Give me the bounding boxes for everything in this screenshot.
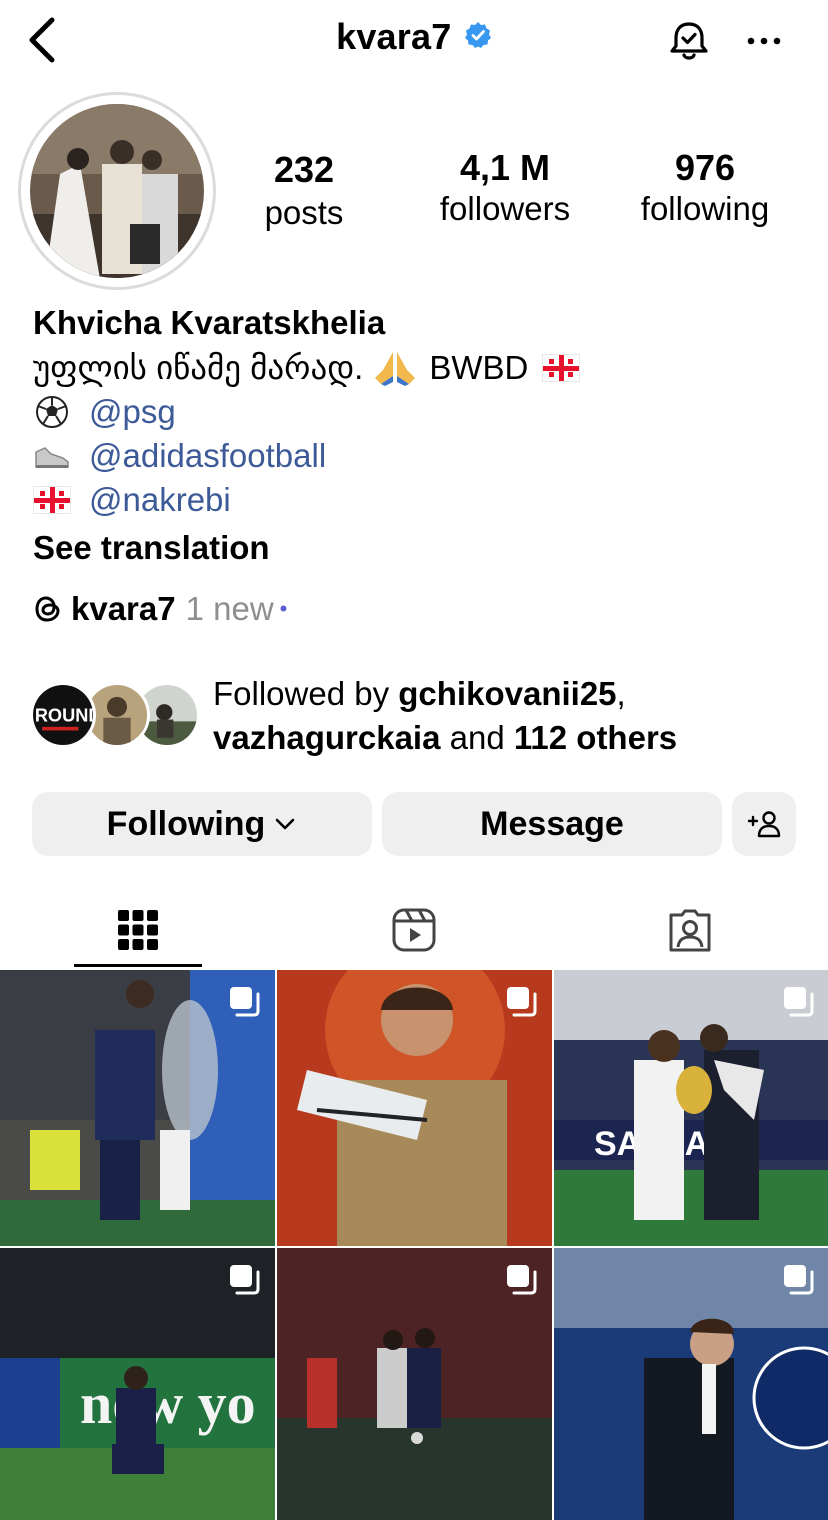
full-name: Khvicha Kvaratskhelia xyxy=(33,304,386,341)
posts-count: 232 posts xyxy=(234,146,374,232)
carousel-icon xyxy=(230,987,260,1017)
see-translation-link[interactable]: See translation xyxy=(33,526,813,570)
followed-by-text: Followed by gchikovanii25, vazhagurckaia… xyxy=(213,672,677,760)
tab-reels[interactable] xyxy=(350,896,478,964)
following-button-label: Following xyxy=(106,804,266,843)
threads-new-dot: • xyxy=(279,596,288,621)
threads-icon xyxy=(35,596,60,622)
bio-section: Khvicha Kvaratskhelia უფლის იწამე მარად.… xyxy=(33,300,813,570)
carousel-icon xyxy=(784,987,814,1017)
tab-posts-grid[interactable] xyxy=(74,896,202,964)
following-count-value: 976 xyxy=(674,147,736,188)
message-button-label: Message xyxy=(480,804,624,843)
message-button[interactable]: Message xyxy=(382,792,722,856)
bell-check-icon xyxy=(670,22,708,60)
tab-tagged[interactable] xyxy=(626,896,754,964)
post-thumbnail[interactable] xyxy=(277,970,552,1246)
following-count[interactable]: 976 following xyxy=(620,146,790,228)
mutual-others: 112 others xyxy=(513,719,678,756)
carousel-icon xyxy=(507,1265,537,1295)
soccer-ball-icon xyxy=(36,396,68,428)
bio-link-psg: @psg xyxy=(33,390,813,434)
more-horizontal-icon xyxy=(747,37,781,45)
svg-text:ROUNDS: ROUNDS xyxy=(35,705,93,725)
following-button[interactable]: Following xyxy=(32,792,372,856)
post-thumbnail[interactable] xyxy=(554,1248,828,1520)
bio-tag: BWBD xyxy=(429,349,529,386)
post-thumbnail[interactable]: SAI HAIN xyxy=(554,970,828,1246)
profile-avatar[interactable] xyxy=(30,104,204,278)
threads-badge[interactable]: kvara7 1 new • xyxy=(33,590,287,628)
notifications-button[interactable] xyxy=(664,16,714,66)
post-thumbnail[interactable] xyxy=(277,1248,552,1520)
followed-by-prefix: Followed by xyxy=(213,675,399,712)
georgia-flag-icon xyxy=(542,354,581,382)
bio-link-nakrebi: @nakrebi xyxy=(33,478,813,522)
avatar-image xyxy=(30,104,204,278)
suggested-users-button[interactable] xyxy=(732,792,796,856)
svg-text:now yo: now yo xyxy=(80,1371,256,1436)
mutual-user-2: vazhagurckaia xyxy=(213,719,441,756)
verified-badge-icon xyxy=(464,22,491,48)
carousel-icon xyxy=(784,1265,814,1295)
mutual-avatar: ROUNDS xyxy=(30,682,96,748)
followed-by-comma: , xyxy=(616,675,626,712)
psg-link[interactable]: @psg xyxy=(89,390,176,434)
followed-by-and: and xyxy=(440,719,514,756)
top-bar: kvara7 xyxy=(0,0,828,84)
followers-count-label: followers xyxy=(439,190,571,227)
bio-line-1: უფლის იწამე მარად. BWBD xyxy=(33,346,813,390)
followed-by[interactable]: ROUNDS Followed by gchikovanii25, vazhag… xyxy=(30,672,820,762)
posts-count-value: 232 xyxy=(273,149,335,190)
threads-new-label: 1 new xyxy=(185,590,274,627)
followers-count-value: 4,1 M xyxy=(459,147,551,188)
tagged-icon xyxy=(669,909,711,952)
mutual-user-1: gchikovanii25 xyxy=(398,675,617,712)
reels-icon xyxy=(392,908,436,952)
chevron-down-icon xyxy=(276,818,295,830)
following-count-label: following xyxy=(640,190,770,227)
posts-count-label: posts xyxy=(264,194,344,231)
profile-username: kvara7 xyxy=(336,16,452,57)
sneaker-icon xyxy=(35,447,69,468)
praying-hands-icon xyxy=(375,352,416,386)
more-options-button[interactable] xyxy=(742,24,786,58)
carousel-icon xyxy=(230,1265,260,1295)
add-user-icon xyxy=(747,811,781,838)
nakrebi-link[interactable]: @nakrebi xyxy=(89,478,231,522)
posts-grid: SAI HAIN now yo xyxy=(0,970,828,1520)
threads-handle: kvara7 xyxy=(71,590,176,627)
post-thumbnail[interactable]: now yo xyxy=(0,1248,275,1520)
carousel-icon xyxy=(507,987,537,1017)
georgia-flag-icon xyxy=(33,486,71,514)
post-thumbnail[interactable] xyxy=(0,970,275,1246)
active-tab-indicator xyxy=(74,964,202,967)
followers-count[interactable]: 4,1 M followers xyxy=(420,146,590,228)
bio-link-adidas: @adidasfootball xyxy=(33,434,813,478)
adidasfootball-link[interactable]: @adidasfootball xyxy=(89,434,326,478)
bio-motto: უფლის იწამე მარად. xyxy=(33,349,364,386)
grid-icon xyxy=(118,910,158,950)
